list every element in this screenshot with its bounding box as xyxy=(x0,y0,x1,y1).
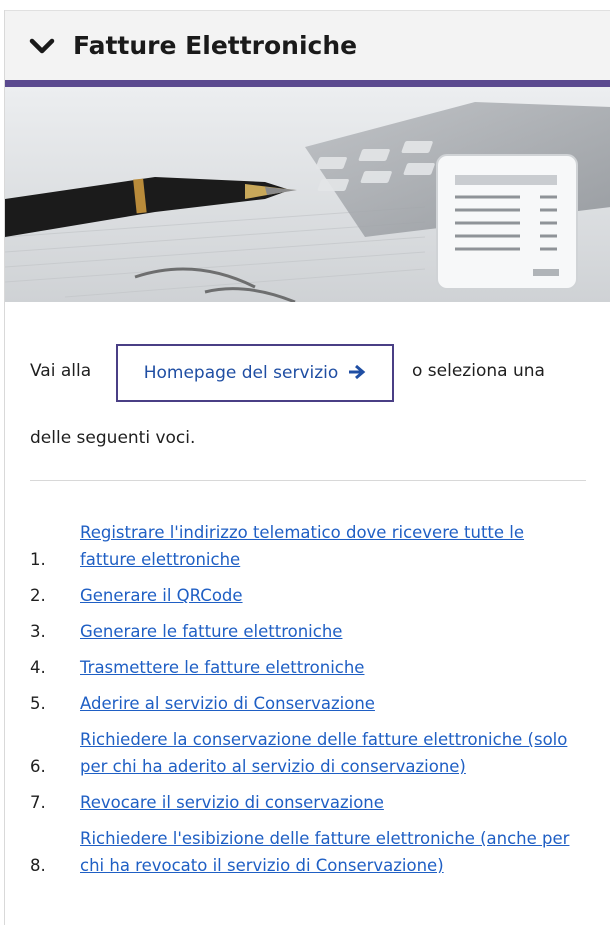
list-item: 4. Trasmettere le fatture elettroniche xyxy=(30,654,586,681)
homepage-button-label: Homepage del servizio xyxy=(143,363,339,383)
panel-header[interactable]: Fatture Elettroniche xyxy=(5,10,610,80)
step-number: 2. xyxy=(30,586,46,605)
step-link-richiedere-esibizione[interactable]: Richiedere l'esibizione delle fatture el… xyxy=(80,825,575,879)
step-number: 4. xyxy=(30,658,46,677)
intro-suffix: o seleziona una xyxy=(412,361,545,381)
intro-row: Vai alla Homepage del servizio o selezio… xyxy=(30,344,586,404)
step-number: 1. xyxy=(30,550,46,569)
step-number: 7. xyxy=(30,793,46,812)
chevron-down-icon[interactable] xyxy=(29,36,55,56)
list-item: 3. Generare le fatture elettroniche xyxy=(30,618,586,645)
list-item: 6. Richiedere la conservazione delle fat… xyxy=(30,726,586,780)
step-link-generare-qrcode[interactable]: Generare il QRCode xyxy=(80,582,243,609)
intro-line2: delle seguenti voci. xyxy=(30,428,196,448)
list-item: 1. Registrare l'indirizzo telematico dov… xyxy=(30,519,586,573)
document-list-icon xyxy=(436,154,578,290)
step-number: 8. xyxy=(30,856,46,875)
list-item: 8. Richiedere l'esibizione delle fatture… xyxy=(30,825,586,879)
step-link-aderire-conservazione[interactable]: Aderire al servizio di Conservazione xyxy=(80,690,375,717)
step-link-registrare-indirizzo[interactable]: Registrare l'indirizzo telematico dove r… xyxy=(80,519,575,573)
step-number: 3. xyxy=(30,622,46,641)
step-number: 5. xyxy=(30,694,46,713)
list-item: 2. Generare il QRCode xyxy=(30,582,586,609)
steps-list: 1. Registrare l'indirizzo telematico dov… xyxy=(30,519,586,879)
step-number: 6. xyxy=(30,757,46,776)
fatture-elettroniche-panel: Fatture Elettroniche Vai alla Homepage d… xyxy=(4,10,610,925)
panel-body: Vai alla Homepage del servizio o selezio… xyxy=(5,344,610,879)
list-item: 5. Aderire al servizio di Conservazione xyxy=(30,690,586,717)
panel-title: Fatture Elettroniche xyxy=(73,31,358,60)
step-link-richiedere-conservazione[interactable]: Richiedere la conservazione delle fattur… xyxy=(80,726,575,780)
step-link-trasmettere-fatture[interactable]: Trasmettere le fatture elettroniche xyxy=(80,654,364,681)
divider xyxy=(30,480,586,481)
step-link-revocare-conservazione[interactable]: Revocare il servizio di conservazione xyxy=(80,789,384,816)
list-item: 7. Revocare il servizio di conservazione xyxy=(30,789,586,816)
step-link-generare-fatture[interactable]: Generare le fatture elettroniche xyxy=(80,618,342,645)
intro-prefix: Vai alla xyxy=(30,361,92,381)
accent-bar xyxy=(5,80,610,87)
homepage-servizio-button[interactable]: Homepage del servizio xyxy=(116,344,394,402)
arrow-right-icon xyxy=(348,361,366,385)
hero-image xyxy=(5,87,610,302)
